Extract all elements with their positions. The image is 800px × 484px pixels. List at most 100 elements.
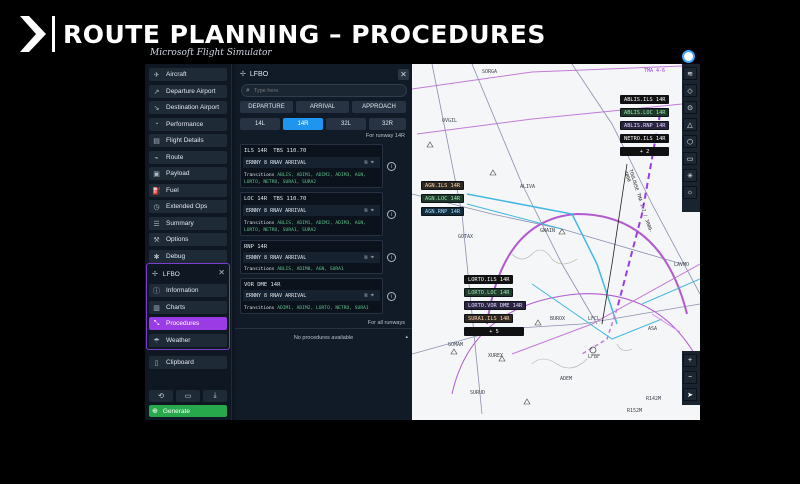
bug-icon: ✱ xyxy=(153,253,160,261)
reset-icon: ⟲ xyxy=(158,393,164,400)
arrival-row[interactable]: ERNNY 8 RNAV ARRIVAL ≋⌖ xyxy=(243,205,380,216)
procedure-tag[interactable]: AGN.ILS 14R xyxy=(421,181,465,190)
status-dot-icon xyxy=(682,50,695,63)
terrain-filter-button[interactable]: ✳ xyxy=(683,169,697,182)
generate-button[interactable]: ⊕ Generate xyxy=(149,405,227,417)
sidebar-item-procedures[interactable]: ⤡ Procedures xyxy=(149,317,227,330)
landing-icon: ↘ xyxy=(153,104,160,112)
sidebar-item-options[interactable]: ⚒ Options xyxy=(149,233,227,246)
ndb-filter-button[interactable]: △ xyxy=(683,118,697,131)
plus-icon: + xyxy=(687,357,693,364)
sidebar-item-route[interactable]: ⌁ Route xyxy=(149,151,227,164)
route-icon: ⌁ xyxy=(154,154,159,162)
for-runway-label: For runway 14R xyxy=(365,133,405,139)
tab-arrival[interactable]: ARRIVAL xyxy=(296,101,349,113)
sidebar-item-departure-airport[interactable]: ↗ Departure Airport xyxy=(149,85,227,98)
open-folder-button[interactable]: ▭ xyxy=(176,390,200,402)
clipboard-icon: ▯ xyxy=(154,359,159,367)
sidebar-item-flight-details[interactable]: ▤ Flight Details xyxy=(149,134,227,147)
sidebar-item-summary[interactable]: ☰ Summary xyxy=(149,217,227,230)
search-input[interactable] xyxy=(253,87,394,94)
procedure-card[interactable]: VOR DME 14R ERNNY 8 RNAV ARRIVAL ≋⌖ Trans… xyxy=(240,278,383,314)
sidebar-item-performance[interactable]: ◔ Performance xyxy=(149,118,227,131)
transitions-list: Transitions ABLIS, ADIM0, AGN, SURA1 xyxy=(244,267,344,272)
layers-icon[interactable]: ≋⌖ xyxy=(364,292,377,300)
map-view[interactable]: SORGA TMA 4-6 OVGIL ALIVA GOTAX GWAIN LA… xyxy=(412,64,700,420)
procedure-tag[interactable]: AGN.LOC 14R xyxy=(421,194,465,203)
transitions-list: Transitions ABLIS, ADIM1, ADIM2, ADIM3, … xyxy=(244,173,366,185)
procedure-tag[interactable]: NETRO.ILS 14R xyxy=(620,134,670,143)
document-icon: ▤ xyxy=(153,137,160,145)
layers-icon[interactable]: ≋⌖ xyxy=(364,207,377,215)
info-icon[interactable]: i xyxy=(387,210,396,219)
sidebar-item-extended-ops[interactable]: ◷ Extended Ops xyxy=(149,200,227,213)
sidebar-item-weather[interactable]: ☂ Weather xyxy=(149,334,227,347)
zoom-in-button[interactable]: + xyxy=(683,354,697,367)
sidebar-item-aircraft[interactable]: ✈ Aircraft xyxy=(149,68,227,81)
panel-title: LFBO xyxy=(249,70,269,78)
video-banner: ROUTE PLANNING – PROCEDURES xyxy=(20,14,546,54)
more-procedures-tag[interactable]: + 5 xyxy=(464,327,524,336)
vor-filter-button[interactable]: ⊙ xyxy=(683,101,697,114)
sidebar-item-fuel[interactable]: ⛽ Fuel xyxy=(149,184,227,197)
procedure-tag[interactable]: ABLIS.RNP 14R xyxy=(620,121,670,130)
close-icon: ✕ xyxy=(400,70,407,79)
airport-icon: ✢ xyxy=(152,271,158,278)
procedure-tag[interactable]: SURA1.ILS 14R xyxy=(464,314,514,323)
divider xyxy=(235,328,412,329)
sidebar-item-clipboard[interactable]: ▯ Clipboard xyxy=(149,356,227,369)
procedure-card[interactable]: ILS 14R TBS 110.70 ERNNY 8 RNAV ARRIVAL ≋⌖… xyxy=(240,144,383,188)
procedure-card[interactable]: RNP 14R ERNNY 8 RNAV ARRIVAL ≋⌖ Transitio… xyxy=(240,240,383,274)
info-icon[interactable]: i xyxy=(387,292,396,301)
weather-filter-button[interactable]: ☼ xyxy=(683,186,697,199)
download-icon: ⤓ xyxy=(213,392,217,399)
arrival-row[interactable]: ERNNY 8 RNAV ARRIVAL ≋⌖ xyxy=(243,252,380,263)
close-airport-icon[interactable]: ✕ xyxy=(218,268,225,277)
waypoint-label: GOMAM xyxy=(448,342,464,348)
procedure-tag[interactable]: LORTO.ILS 14R xyxy=(464,275,514,284)
zoom-out-button[interactable]: − xyxy=(683,371,697,384)
recenter-button[interactable]: ➤ xyxy=(683,388,697,401)
waypoint-label: ASA xyxy=(648,326,658,332)
procedure-tag[interactable]: LORTO.LOC 14R xyxy=(464,288,514,297)
banner-title: ROUTE PLANNING – PROCEDURES xyxy=(63,19,546,49)
search-field[interactable]: ⌕ xyxy=(241,84,407,97)
runway-tab-32l[interactable]: 32L xyxy=(326,118,366,130)
arrival-row[interactable]: ERNNY 8 RNAV ARRIVAL ≋⌖ xyxy=(243,290,380,301)
download-button[interactable]: ⤓ xyxy=(203,390,227,402)
close-button[interactable]: ✕ xyxy=(398,69,409,80)
info-icon[interactable]: i xyxy=(387,162,396,171)
tab-departure[interactable]: DEPARTURE xyxy=(240,101,293,113)
sidebar-item-destination-airport[interactable]: ↘ Destination Airport xyxy=(149,101,227,114)
sidebar-item-payload[interactable]: ▣ Payload xyxy=(149,167,227,180)
layers-icon[interactable]: ≋⌖ xyxy=(364,254,377,262)
more-procedures-tag[interactable]: + 2 xyxy=(620,147,669,156)
reset-button[interactable]: ⟲ xyxy=(149,390,173,402)
sidebar-item-debug[interactable]: ✱ Debug xyxy=(149,250,227,263)
gauge-icon: ◔ xyxy=(154,121,159,128)
tab-approach[interactable]: APPROACH xyxy=(352,101,406,113)
runway-tab-32r[interactable]: 32R xyxy=(369,118,406,130)
procedure-tag[interactable]: ABLIS.ILS 14R xyxy=(620,95,670,104)
airport-filter-button[interactable]: ▭ xyxy=(683,152,697,165)
procedure-name: ILS 14R xyxy=(244,148,268,154)
procedure-tag[interactable]: ABLIS.LOC 14R xyxy=(620,108,670,117)
procedure-card[interactable]: LOC 14R TBS 110.70 ERNNY 8 RNAV ARRIVAL ≋⌖… xyxy=(240,192,383,236)
waypoint-filter-button[interactable]: ◇ xyxy=(683,84,697,97)
procedure-tag[interactable]: AGN.RNP 14R xyxy=(421,207,465,216)
sidebar-item-charts[interactable]: ▥ Charts xyxy=(149,301,227,314)
triangle-icon: △ xyxy=(687,121,693,129)
airspace-filter-button[interactable]: ⬡ xyxy=(683,135,697,148)
waypoint-label: BUROX xyxy=(550,316,566,322)
procedure-tag[interactable]: LORTO.VOR DME 14R xyxy=(464,301,527,310)
arrival-row[interactable]: ERNNY 8 RNAV ARRIVAL ≋⌖ xyxy=(243,157,380,168)
runway-tab-14r[interactable]: 14R xyxy=(283,118,323,130)
sun-icon: ☼ xyxy=(686,189,694,196)
layers-icon[interactable]: ≋⌖ xyxy=(364,159,377,167)
sidebar-item-information[interactable]: ⓘ Information xyxy=(149,284,227,297)
runway-icon: ▭ xyxy=(686,155,694,163)
layers-button[interactable]: ≋ xyxy=(683,67,697,80)
collapse-icon[interactable]: ▴ xyxy=(405,334,408,340)
runway-tab-14l[interactable]: 14L xyxy=(240,118,280,130)
info-icon[interactable]: i xyxy=(387,253,396,262)
